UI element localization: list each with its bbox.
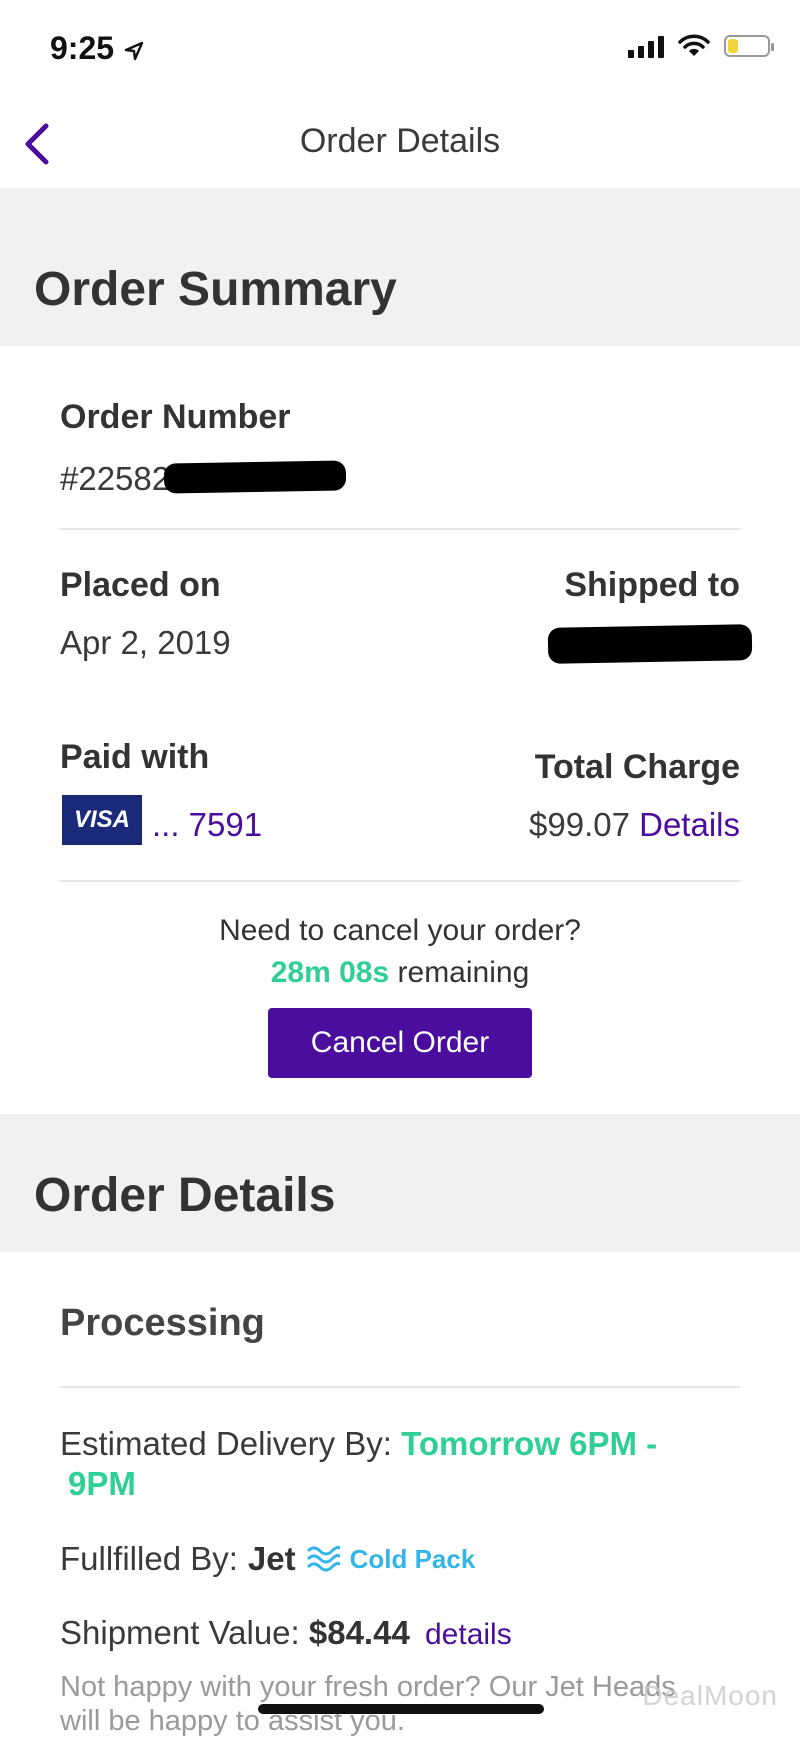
divider [60, 880, 740, 882]
cancel-countdown-row: 28m 08s remaining [0, 956, 800, 990]
total-details-link[interactable]: Details [639, 806, 740, 843]
order-summary-heading: Order Summary [34, 263, 397, 316]
navigation-bar: Order Details [0, 100, 800, 188]
shipment-value-label: Shipment Value: [60, 1614, 300, 1651]
watermark: DealMoon [642, 1680, 778, 1711]
visa-card-icon: VISA [62, 795, 142, 845]
status-icons [628, 34, 774, 58]
estimated-delivery-value: Tomorrow 6PM - [401, 1425, 658, 1462]
page-title: Order Details [299, 122, 501, 160]
status-time: 9:25 [50, 30, 145, 67]
shipped-to-label: Shipped to [564, 566, 740, 604]
total-charge-value: $99.07 [529, 806, 630, 843]
order-summary-header: Order Summary [0, 188, 800, 346]
estimated-delivery: Estimated Delivery By: Tomorrow 6PM - 9P… [60, 1424, 740, 1504]
fulfilled-by-label: Fullfilled By: [60, 1540, 238, 1577]
order-details-heading: Order Details [34, 1169, 336, 1222]
location-arrow-icon [124, 41, 144, 60]
total-charge-label: Total Charge [534, 748, 740, 786]
fulfilled-by-row: Fullfilled By: Jet Cold Pack [60, 1540, 475, 1578]
estimated-delivery-label: Estimated Delivery By: [60, 1425, 392, 1462]
countdown-timer: 28m 08s [270, 956, 390, 989]
total-charge-row: $99.07 Details [529, 806, 740, 844]
order-status: Processing [60, 1302, 265, 1344]
shipment-value-row: Shipment Value: $84.44 details [60, 1614, 512, 1652]
divider [60, 528, 740, 530]
order-number-label: Order Number [60, 398, 291, 436]
shipment-details-link[interactable]: details [425, 1618, 512, 1651]
order-number-value: #22582 [60, 460, 171, 497]
shipment-value-amount: $84.44 [308, 1614, 410, 1651]
home-indicator[interactable] [258, 1704, 544, 1714]
paid-with-label: Paid with [60, 738, 210, 776]
placed-on-label: Placed on [60, 566, 221, 604]
battery-icon [724, 35, 774, 57]
redaction-shipped-to [547, 624, 753, 664]
cancel-order-button[interactable]: Cancel Order [268, 1008, 532, 1078]
cancel-question: Need to cancel your order? [219, 914, 581, 947]
order-details-header: Order Details [0, 1114, 800, 1252]
status-bar: 9:25 [0, 0, 800, 100]
placed-on-value: Apr 2, 2019 [60, 624, 231, 661]
status-time-text: 9:25 [50, 30, 115, 66]
estimated-delivery-value-cont: 9PM [68, 1465, 136, 1502]
wifi-icon [678, 34, 710, 56]
divider [60, 1386, 740, 1388]
cold-pack-label: Cold Pack [349, 1543, 476, 1574]
cold-pack-waves-icon [306, 1545, 340, 1572]
card-number-link[interactable]: ... 7591 [152, 806, 262, 844]
countdown-remaining-text: remaining [397, 956, 530, 989]
cellular-signal-icon [628, 34, 664, 58]
redaction-order-number [163, 460, 347, 494]
fulfilled-by-value: Jet [247, 1540, 296, 1577]
